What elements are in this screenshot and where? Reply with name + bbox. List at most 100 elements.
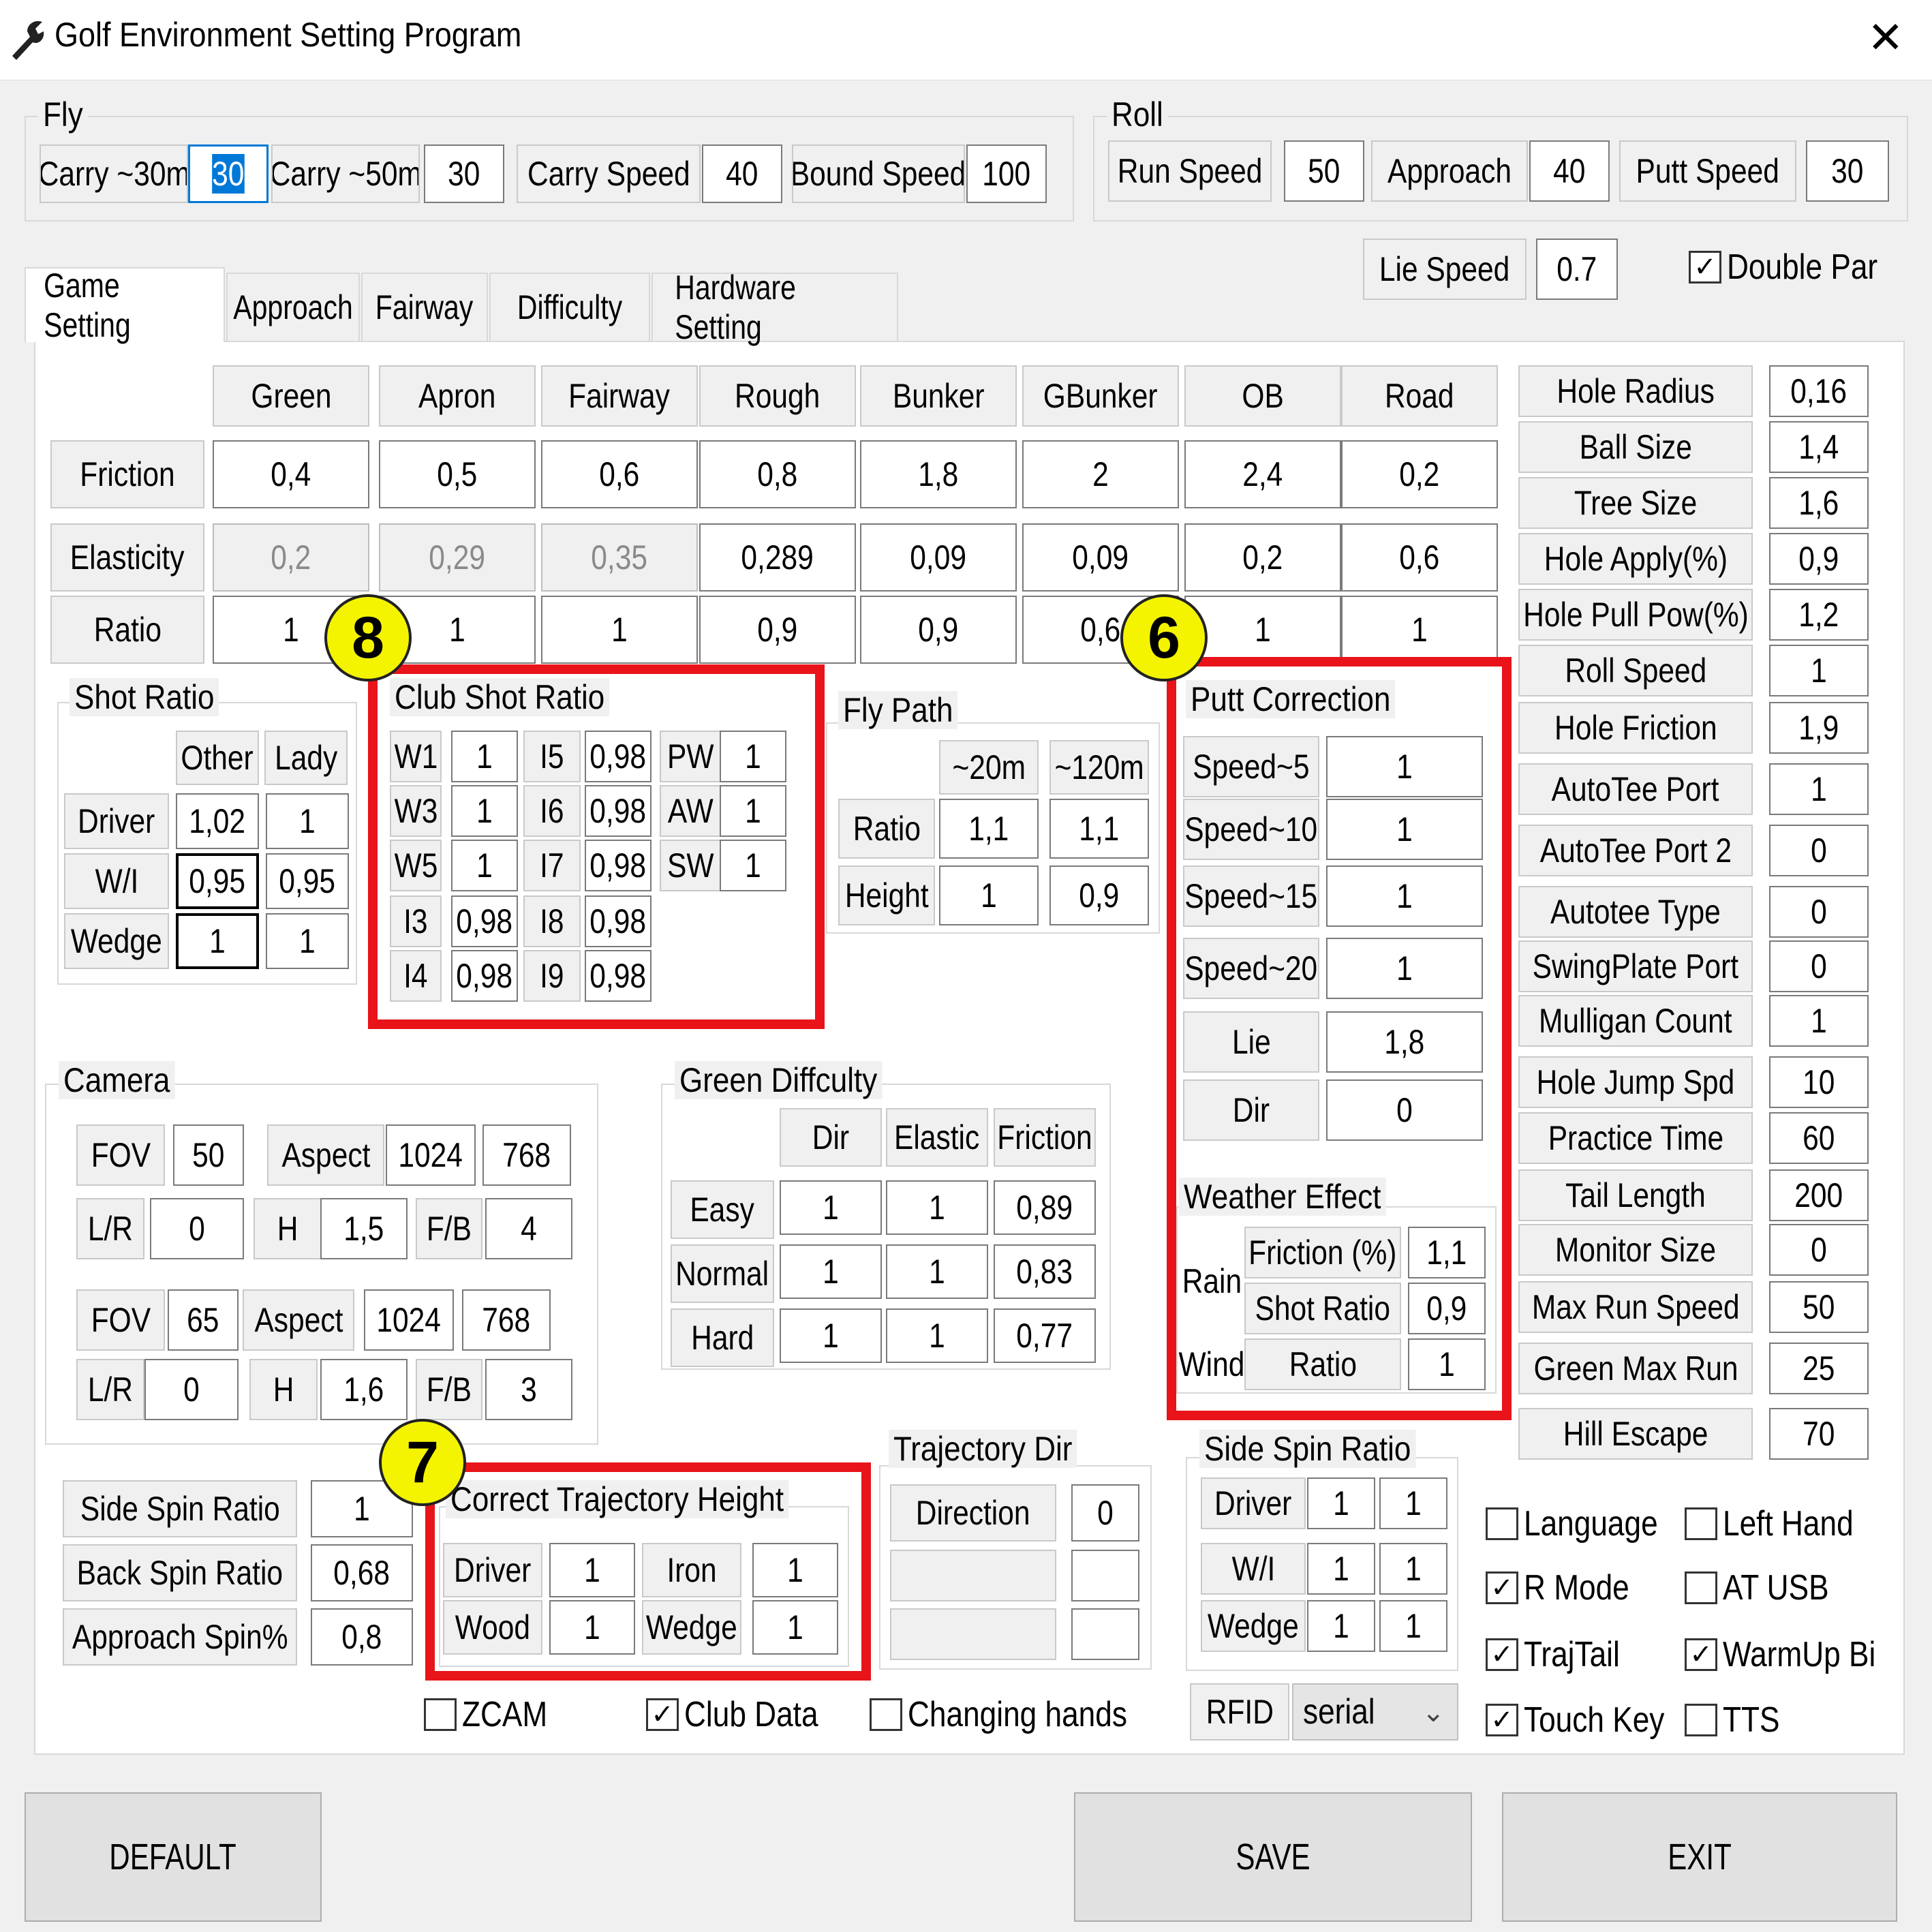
checkbox-tts[interactable]: TTS — [1685, 1700, 1790, 1741]
fly-path-height-120m[interactable]: 0,9 — [1049, 865, 1149, 925]
checkbox-at-usb[interactable]: AT USB — [1685, 1567, 1847, 1608]
param-swingplate-port-input[interactable]: 0 — [1769, 940, 1869, 992]
shot-ratio-wedge-other[interactable]: 1 — [176, 913, 259, 969]
ratio-road-input[interactable]: 1 — [1341, 596, 1498, 664]
tab-fairway[interactable]: Fairway — [361, 273, 488, 341]
shot-ratio-wedge-lady[interactable]: 1 — [266, 913, 349, 969]
checkbox-r-mode[interactable]: ✓ R Mode — [1486, 1567, 1648, 1608]
back-spin-ratio-input[interactable]: 0,68 — [311, 1544, 413, 1601]
approach-input[interactable]: 40 — [1529, 140, 1610, 202]
green-diff-normal-friction-input[interactable]: 0,83 — [994, 1244, 1096, 1299]
param-max-run-speed-input[interactable]: 50 — [1769, 1281, 1869, 1333]
checkbox-zcam[interactable]: ZCAM — [424, 1694, 562, 1735]
ratio-bunker-input[interactable]: 0,9 — [860, 596, 1017, 664]
side-spin-w-i-v1[interactable]: 1 — [1307, 1543, 1375, 1595]
camera-1-fov-input[interactable]: 50 — [173, 1124, 244, 1186]
tab-game-setting[interactable]: Game Setting — [25, 266, 225, 344]
camera-1-aspect-h-input[interactable]: 768 — [482, 1124, 571, 1186]
param-hole-radius-input[interactable]: 0,16 — [1769, 365, 1869, 417]
camera-1-fb-input[interactable]: 4 — [485, 1198, 572, 1259]
shot-ratio-driver-lady[interactable]: 1 — [266, 793, 349, 849]
camera-2-h-input[interactable]: 1,6 — [320, 1359, 408, 1420]
green-diff-hard-friction-input[interactable]: 0,77 — [994, 1308, 1096, 1363]
camera-1-lr-input[interactable]: 0 — [150, 1198, 244, 1259]
camera-2-fov-input[interactable]: 65 — [168, 1289, 239, 1351]
shot-ratio-driver-other[interactable]: 1,02 — [176, 793, 259, 849]
friction-bunker-input[interactable]: 1,8 — [860, 440, 1017, 508]
close-icon[interactable]: ✕ — [1867, 14, 1904, 61]
carry-speed-input[interactable]: 40 — [702, 144, 782, 203]
friction-rough-input[interactable]: 0,8 — [699, 440, 856, 508]
param-hill-escape-input[interactable]: 70 — [1769, 1408, 1869, 1460]
elasticity-ob-input[interactable]: 0,2 — [1184, 523, 1341, 592]
carry50-input[interactable]: 30 — [424, 144, 504, 203]
elasticity-fairway-input[interactable]: 0,35 — [541, 523, 698, 592]
green-diff-hard-elastic-input[interactable]: 1 — [886, 1308, 988, 1363]
green-diff-normal-dir-input[interactable]: 1 — [780, 1244, 882, 1299]
trajectory-dir-empty-input-1[interactable] — [1071, 1550, 1139, 1601]
fly-path-ratio-20m[interactable]: 1,1 — [939, 799, 1039, 859]
param-monitor-size-input[interactable]: 0 — [1769, 1224, 1869, 1276]
run-speed-input[interactable]: 50 — [1284, 140, 1364, 202]
side-spin-wedge-v1[interactable]: 1 — [1307, 1600, 1375, 1652]
trajectory-dir-empty-input-2[interactable] — [1071, 1608, 1139, 1660]
green-diff-easy-elastic-input[interactable]: 1 — [886, 1180, 988, 1235]
elasticity-road-input[interactable]: 0,6 — [1341, 523, 1498, 592]
exit-button[interactable]: EXIT — [1502, 1792, 1897, 1922]
camera-2-fb-input[interactable]: 3 — [485, 1359, 572, 1420]
ratio-ob-input[interactable]: 1 — [1184, 596, 1341, 664]
side-spin-driver-v2[interactable]: 1 — [1379, 1477, 1447, 1529]
param-roll-speed-input[interactable]: 1 — [1769, 645, 1869, 696]
param-hole-friction-input[interactable]: 1,9 — [1769, 702, 1869, 754]
param-green-max-run-input[interactable]: 25 — [1769, 1343, 1869, 1394]
param-hole-apply-input[interactable]: 0,9 — [1769, 533, 1869, 585]
friction-green-input[interactable]: 0,4 — [213, 440, 369, 508]
elasticity-green-input[interactable]: 0,2 — [213, 523, 369, 592]
checkbox-trajtail[interactable]: ✓ TrajTail — [1486, 1634, 1637, 1675]
friction-gbunker-input[interactable]: 2 — [1022, 440, 1179, 508]
param-autotee-port-2-input[interactable]: 0 — [1769, 825, 1869, 876]
approach-spin-input[interactable]: 0,8 — [311, 1608, 413, 1666]
elasticity-gbunker-input[interactable]: 0,09 — [1022, 523, 1179, 592]
ratio-rough-input[interactable]: 0,9 — [699, 596, 856, 664]
param-autotee-type-input[interactable]: 0 — [1769, 886, 1869, 938]
bound-speed-input[interactable]: 100 — [966, 144, 1047, 203]
putt-speed-input[interactable]: 30 — [1806, 140, 1889, 202]
friction-ob-input[interactable]: 2,4 — [1184, 440, 1341, 508]
checkbox-club-data[interactable]: ✓ Club Data — [646, 1694, 842, 1735]
side-spin-wedge-v2[interactable]: 1 — [1379, 1600, 1447, 1652]
elasticity-bunker-input[interactable]: 0,09 — [860, 523, 1017, 592]
param-autotee-port-input[interactable]: 1 — [1769, 763, 1869, 815]
checkbox-warmup-bi[interactable]: ✓ WarmUp Bi — [1685, 1634, 1903, 1675]
green-diff-normal-elastic-input[interactable]: 1 — [886, 1244, 988, 1299]
camera-2-aspect-h-input[interactable]: 768 — [462, 1289, 551, 1351]
param-tail-length-input[interactable]: 200 — [1769, 1169, 1869, 1221]
rfid-select[interactable]: serial ⌄ — [1292, 1683, 1458, 1741]
carry30-input[interactable]: 30 — [188, 144, 269, 203]
tab-difficulty[interactable]: Difficulty — [489, 273, 650, 341]
friction-fairway-input[interactable]: 0,6 — [541, 440, 698, 508]
green-diff-hard-dir-input[interactable]: 1 — [780, 1308, 882, 1363]
friction-road-input[interactable]: 0,2 — [1341, 440, 1498, 508]
side-spin-driver-v1[interactable]: 1 — [1307, 1477, 1375, 1529]
camera-1-h-input[interactable]: 1,5 — [320, 1198, 408, 1259]
green-diff-easy-dir-input[interactable]: 1 — [780, 1180, 882, 1235]
param-ball-size-input[interactable]: 1,4 — [1769, 421, 1869, 473]
green-diff-easy-friction-input[interactable]: 0,89 — [994, 1180, 1096, 1235]
param-mulligan-count-input[interactable]: 1 — [1769, 995, 1869, 1047]
fly-path-height-20m[interactable]: 1 — [939, 865, 1039, 925]
camera-2-lr-input[interactable]: 0 — [144, 1359, 239, 1420]
friction-apron-input[interactable]: 0,5 — [379, 440, 536, 508]
camera-1-aspect-w-input[interactable]: 1024 — [386, 1124, 476, 1186]
direction-input[interactable]: 0 — [1071, 1484, 1139, 1542]
double-par-checkbox[interactable]: ✓ Double Par — [1689, 247, 1904, 288]
shot-ratio-w-i-lady[interactable]: 0,95 — [266, 853, 349, 909]
side-spin-w-i-v2[interactable]: 1 — [1379, 1543, 1447, 1595]
ratio-fairway-input[interactable]: 1 — [541, 596, 698, 664]
tab-hardware-setting[interactable]: Hardware Setting — [651, 269, 898, 346]
param-hole-jump-spd-input[interactable]: 10 — [1769, 1056, 1869, 1108]
checkbox-language[interactable]: Language — [1486, 1503, 1681, 1544]
checkbox-changing-hands[interactable]: Changing hands — [870, 1694, 1166, 1735]
tab-approach[interactable]: Approach — [226, 273, 360, 341]
param-tree-size-input[interactable]: 1,6 — [1769, 477, 1869, 529]
